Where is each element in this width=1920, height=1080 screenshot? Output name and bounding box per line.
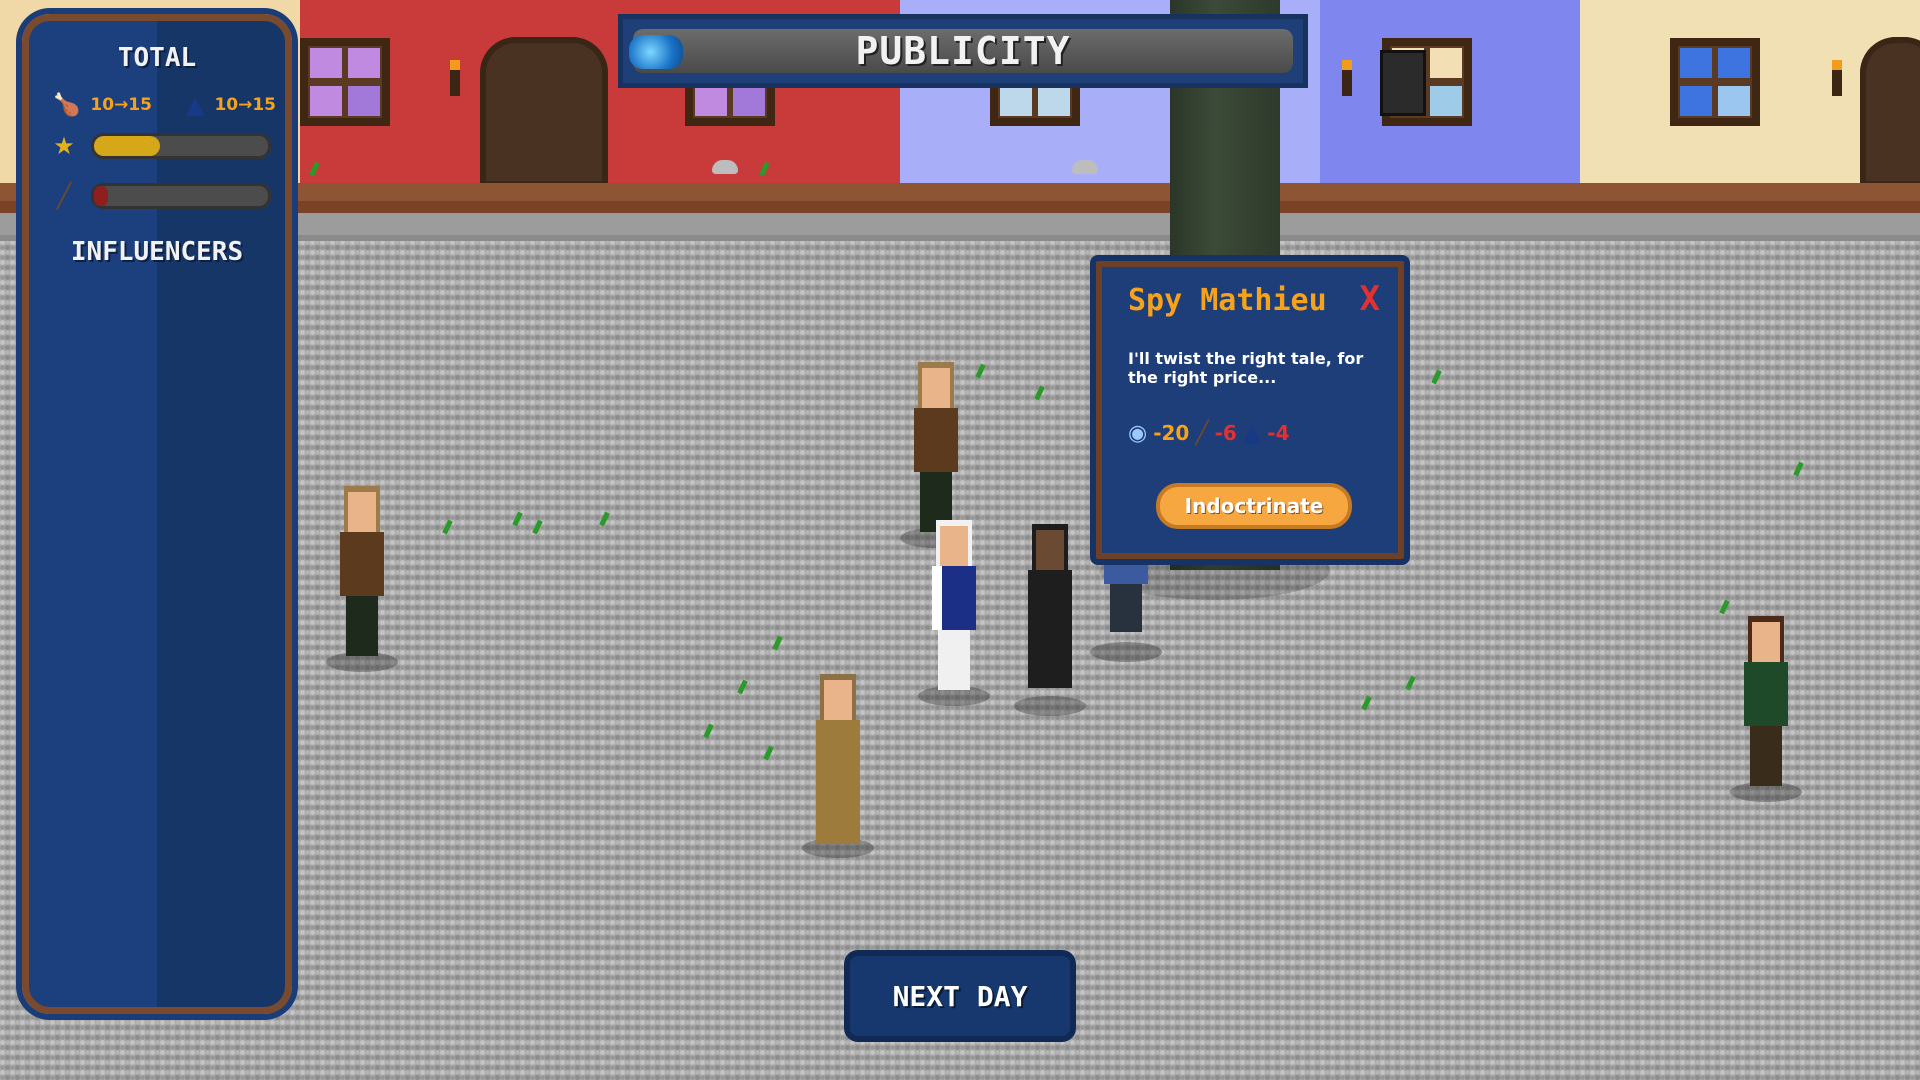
grass-tuft [772,635,783,651]
grass-tuft [1034,385,1045,401]
grass-tuft [703,723,714,739]
influencers-title: INFLUENCERS [70,237,244,267]
total-resources-row: 🍗 10→15 ▲ 10→15 [53,91,276,119]
grass-tuft [599,511,610,527]
torch [450,60,460,96]
noble-officer-blue-coat[interactable] [918,520,990,706]
grass-tuft [975,363,986,379]
effect-value: -4 [1267,421,1290,445]
roast-chicken-icon: 🍗 [53,92,81,118]
grass-tuft [737,679,748,695]
building-cream-right [1580,0,1920,187]
total-title: TOTAL [117,43,197,73]
influencer-name: Spy Mathieu [1128,283,1327,318]
grass-tuft [1361,695,1372,711]
food-range: 10→15 [90,95,152,115]
indoctrinate-button[interactable]: Indoctrinate [1156,483,1352,529]
musket-icon: ╱ [1195,420,1209,446]
villager-brown-coat[interactable] [326,486,398,672]
rock [712,160,738,174]
bicorne-hat-icon: ▲ [1242,419,1262,447]
publicity-bar: PUBLICITY [618,14,1308,88]
window [1670,38,1760,126]
torch [1832,60,1842,96]
musket-meter-fill [94,186,108,206]
bicorne-hat-icon: ▲ [185,91,205,119]
effect-value: -6 [1214,421,1237,445]
grass-tuft [1431,369,1442,385]
musket-icon: ╱ [56,182,72,210]
door [480,37,608,187]
villager-brown-coat-center[interactable] [900,362,972,548]
grass-tuft [1719,599,1730,615]
next-day-button[interactable]: NEXT DAY [844,950,1076,1042]
villager-green-coat[interactable] [1730,616,1802,802]
villager-woman-dress[interactable] [802,674,874,858]
grass-tuft [442,519,453,535]
close-button[interactable]: X [1360,279,1380,319]
star-icon: ★ [53,132,75,160]
hat-range: 10→15 [214,95,276,115]
rock [1072,160,1098,174]
influencer-quote: I'll twist the right tale, for the right… [1128,349,1364,387]
grass-tuft [1405,675,1416,691]
influencer-popup: Spy Mathieu X I'll twist the right tale,… [1090,255,1410,565]
publicity-title: PUBLICITY [855,29,1071,73]
effect-value: -20 [1153,421,1190,445]
grass-tuft [1793,461,1804,477]
torch [1342,60,1352,96]
grass-tuft [532,519,543,535]
spy-mathieu-hooded[interactable] [1014,524,1086,716]
window [300,38,390,126]
stats-sidebar: TOTAL 🍗 10→15 ▲ 10→15 ★ ╱ INFLUENCERS [22,14,292,1014]
influencer-effects: ◉ -20 ╱ -6 ▲ -4 [1128,419,1290,447]
star-meter-fill [94,136,160,156]
star-meter [91,133,271,159]
building-blue [1320,0,1580,185]
musket-meter [91,183,271,209]
eye-icon: ◉ [1128,420,1148,446]
door [1860,37,1920,187]
grass-tuft [763,745,774,761]
hanging-lantern [1380,50,1426,116]
grass-tuft [512,511,523,527]
